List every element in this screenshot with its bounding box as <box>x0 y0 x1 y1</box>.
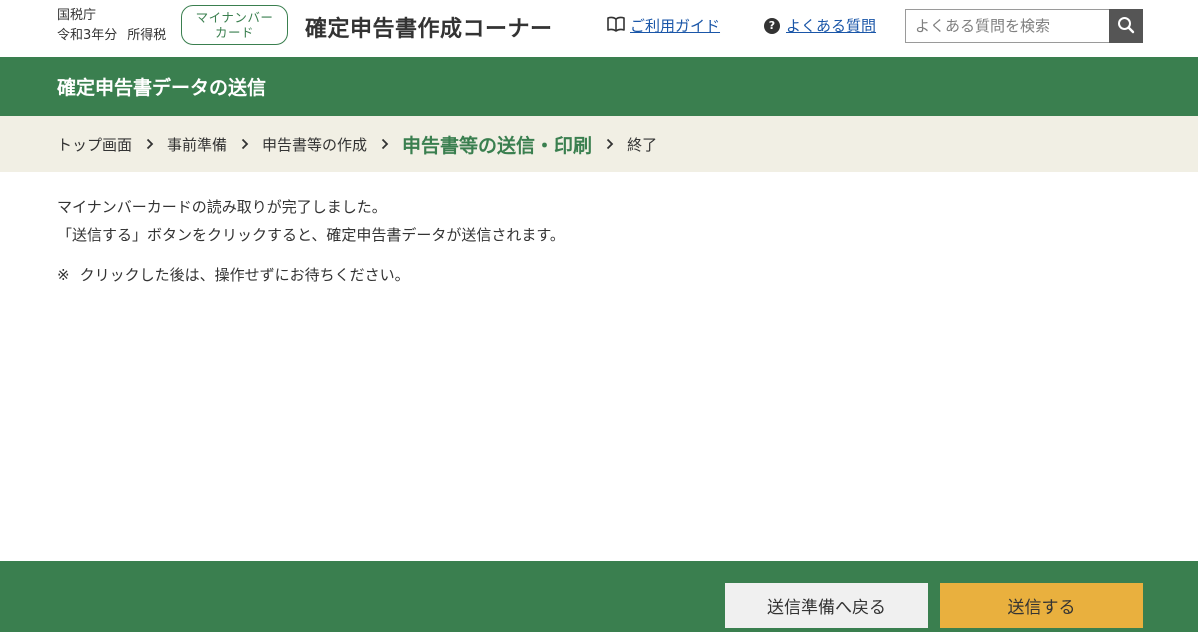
agency-info: 国税庁 令和3年分 所得税 <box>57 6 166 46</box>
note-mark: ※ <box>57 266 70 284</box>
note-text: クリックした後は、操作せずにお待ちください。 <box>79 266 410 284</box>
title-band: 確定申告書データの送信 <box>0 57 1198 116</box>
faq-search-input[interactable] <box>905 9 1110 43</box>
send-button[interactable]: 送信する <box>940 583 1143 628</box>
back-to-preparation-button[interactable]: 送信準備へ戻る <box>725 583 928 628</box>
badge-line-2: カード <box>214 25 254 40</box>
tax-year: 令和3年分 <box>57 28 118 43</box>
card-read-complete-message: マイナンバーカードの読み取りが完了しました。 <box>57 198 387 216</box>
usage-guide-link[interactable]: ご利用ガイド <box>607 15 720 36</box>
search-icon <box>1117 16 1135 37</box>
chevron-right-icon <box>606 138 614 150</box>
header: 国税庁 令和3年分 所得税 マイナンバー カード 確定申告書作成コーナー ご利用ガ… <box>0 0 1198 57</box>
usage-guide-label: ご利用ガイド <box>630 17 721 35</box>
agency-name: 国税庁 <box>57 8 97 23</box>
tax-type: 所得税 <box>127 28 167 43</box>
step-top: トップ画面 <box>57 135 133 154</box>
book-icon <box>607 16 625 36</box>
chevron-right-icon <box>381 138 389 150</box>
chevron-right-icon <box>241 138 249 150</box>
chevron-right-icon <box>146 138 154 150</box>
progress-steps: トップ画面 事前準備 申告書等の作成 申告書等の送信・印刷 終了 <box>0 116 1198 172</box>
footer-bar: 送信準備へ戻る 送信する <box>0 561 1198 632</box>
search-button[interactable] <box>1109 9 1143 43</box>
main-content: マイナンバーカードの読み取りが完了しました。 「送信する」ボタンをクリックすると… <box>57 193 1137 289</box>
question-circle-icon: ? <box>764 17 780 34</box>
step-preparation: 事前準備 <box>167 135 228 154</box>
wait-note: ※ クリックした後は、操作せずにお待ちください。 <box>57 261 1137 289</box>
site-title: 確定申告書作成コーナー <box>305 17 553 42</box>
badge-line-1: マイナンバー <box>195 10 274 25</box>
page: 国税庁 令和3年分 所得税 マイナンバー カード 確定申告書作成コーナー ご利用ガ… <box>0 0 1198 632</box>
send-instruction-message: 「送信する」ボタンをクリックすると、確定申告書データが送信されます。 <box>57 226 565 244</box>
faq-label: よくある質問 <box>786 17 877 35</box>
step-create: 申告書等の作成 <box>262 135 368 154</box>
page-title: 確定申告書データの送信 <box>57 77 267 99</box>
faq-link[interactable]: ? よくある質問 <box>764 15 876 36</box>
step-finish: 終了 <box>627 135 658 154</box>
mynumber-card-badge: マイナンバー カード <box>181 5 288 45</box>
step-send-print-current: 申告書等の送信・印刷 <box>402 134 593 157</box>
